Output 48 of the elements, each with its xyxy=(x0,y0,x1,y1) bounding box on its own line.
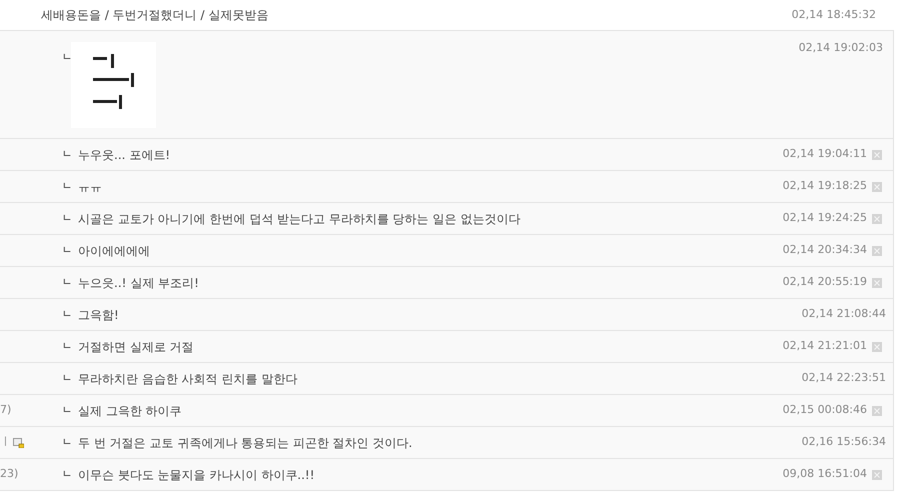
reply-text: ㅠㅠ xyxy=(78,178,102,196)
delete-icon[interactable] xyxy=(872,150,882,160)
delete-icon[interactable] xyxy=(872,406,882,416)
reply-marker: ㄴ xyxy=(62,52,72,63)
post-title: 세배용돈을 / 두번거절했더니 / 실제못받음 xyxy=(41,7,268,24)
reply-text: 거절하면 실제로 거절 xyxy=(78,338,194,356)
timestamp: 02,16 15:56:34 xyxy=(802,434,886,450)
timestamp: 02,14 18:45:32 xyxy=(792,6,876,23)
timestamp: 02,14 19:04:11 xyxy=(782,146,867,162)
reply-text: 누우웃... 포에트! xyxy=(78,146,170,164)
timestamp: 02,14 21:08:44 xyxy=(802,306,886,322)
delete-icon[interactable] xyxy=(872,342,882,352)
timestamp: 02,14 22:23:51 xyxy=(802,370,886,386)
reply-marker: ㄴ xyxy=(62,182,73,192)
reply-text: 시골은 교토가 아니기에 한번에 덥석 받는다고 무라하치를 당하는 일은 없는것이다 xyxy=(78,210,520,228)
reply-marker: ㄴ xyxy=(62,406,73,416)
reply-marker: ㄴ xyxy=(62,470,73,480)
reply-marker: ㄴ xyxy=(62,374,73,384)
reply-marker: ㄴ xyxy=(62,150,73,160)
delete-icon[interactable] xyxy=(872,246,882,256)
reply-text: 그윽함! xyxy=(78,306,119,324)
reply-text: 두 번 거절은 교토 귀족에게나 통용되는 피곤한 절차인 것이다. xyxy=(78,434,412,452)
timestamp: 09,08 16:51:04 xyxy=(782,466,867,482)
timestamp: 02,14 19:18:25 xyxy=(782,178,867,194)
delete-icon[interactable] xyxy=(872,214,882,224)
reply-text: 아이에에에에 xyxy=(78,242,150,260)
timestamp: 02,15 00:08:46 xyxy=(782,402,867,418)
reply-marker: ㄴ xyxy=(62,342,73,352)
reply-marker: ㄴ xyxy=(62,214,73,224)
timestamp: 02,14 19:24:25 xyxy=(782,210,867,226)
delete-icon[interactable] xyxy=(872,470,882,480)
reply-marker: ㄴ xyxy=(62,310,73,320)
timestamp: 02,14 21:21:01 xyxy=(782,338,867,354)
author-name: 7) xyxy=(0,402,12,418)
reply-text: 이무슨 붓다도 눈물지을 카나시이 하이쿠..!! xyxy=(78,466,315,484)
reply-marker: ㄴ xyxy=(62,438,73,448)
author-name: 23) xyxy=(0,466,18,482)
reply-text: 누으읏..! 실제 부조리! xyxy=(78,274,199,292)
timestamp: 02,14 19:02:03 xyxy=(798,40,883,54)
delete-icon[interactable] xyxy=(872,278,882,288)
timestamp: 02,14 20:34:34 xyxy=(782,242,867,258)
reply-marker: ㄴ xyxy=(62,278,73,288)
reply-text: 실제 그윽한 하이쿠 xyxy=(78,402,182,420)
author-name: ㅣ xyxy=(0,434,11,450)
reply-marker: ㄴ xyxy=(62,246,73,256)
delete-icon[interactable] xyxy=(872,182,882,192)
timestamp: 02,14 20:55:19 xyxy=(782,274,867,290)
reply-text: 무라하치란 음습한 사회적 린치를 말한다 xyxy=(78,370,298,388)
